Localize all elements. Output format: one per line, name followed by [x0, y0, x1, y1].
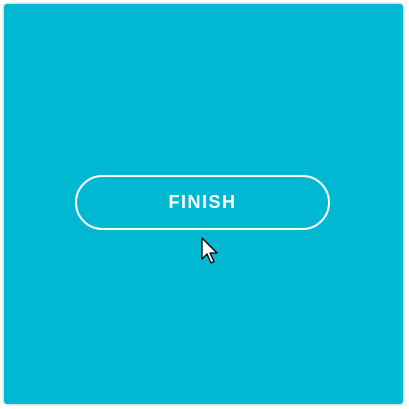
mouse-cursor-icon: [201, 237, 218, 264]
finish-button[interactable]: FINISH: [75, 175, 330, 230]
screen-canvas: FINISH: [4, 4, 403, 404]
